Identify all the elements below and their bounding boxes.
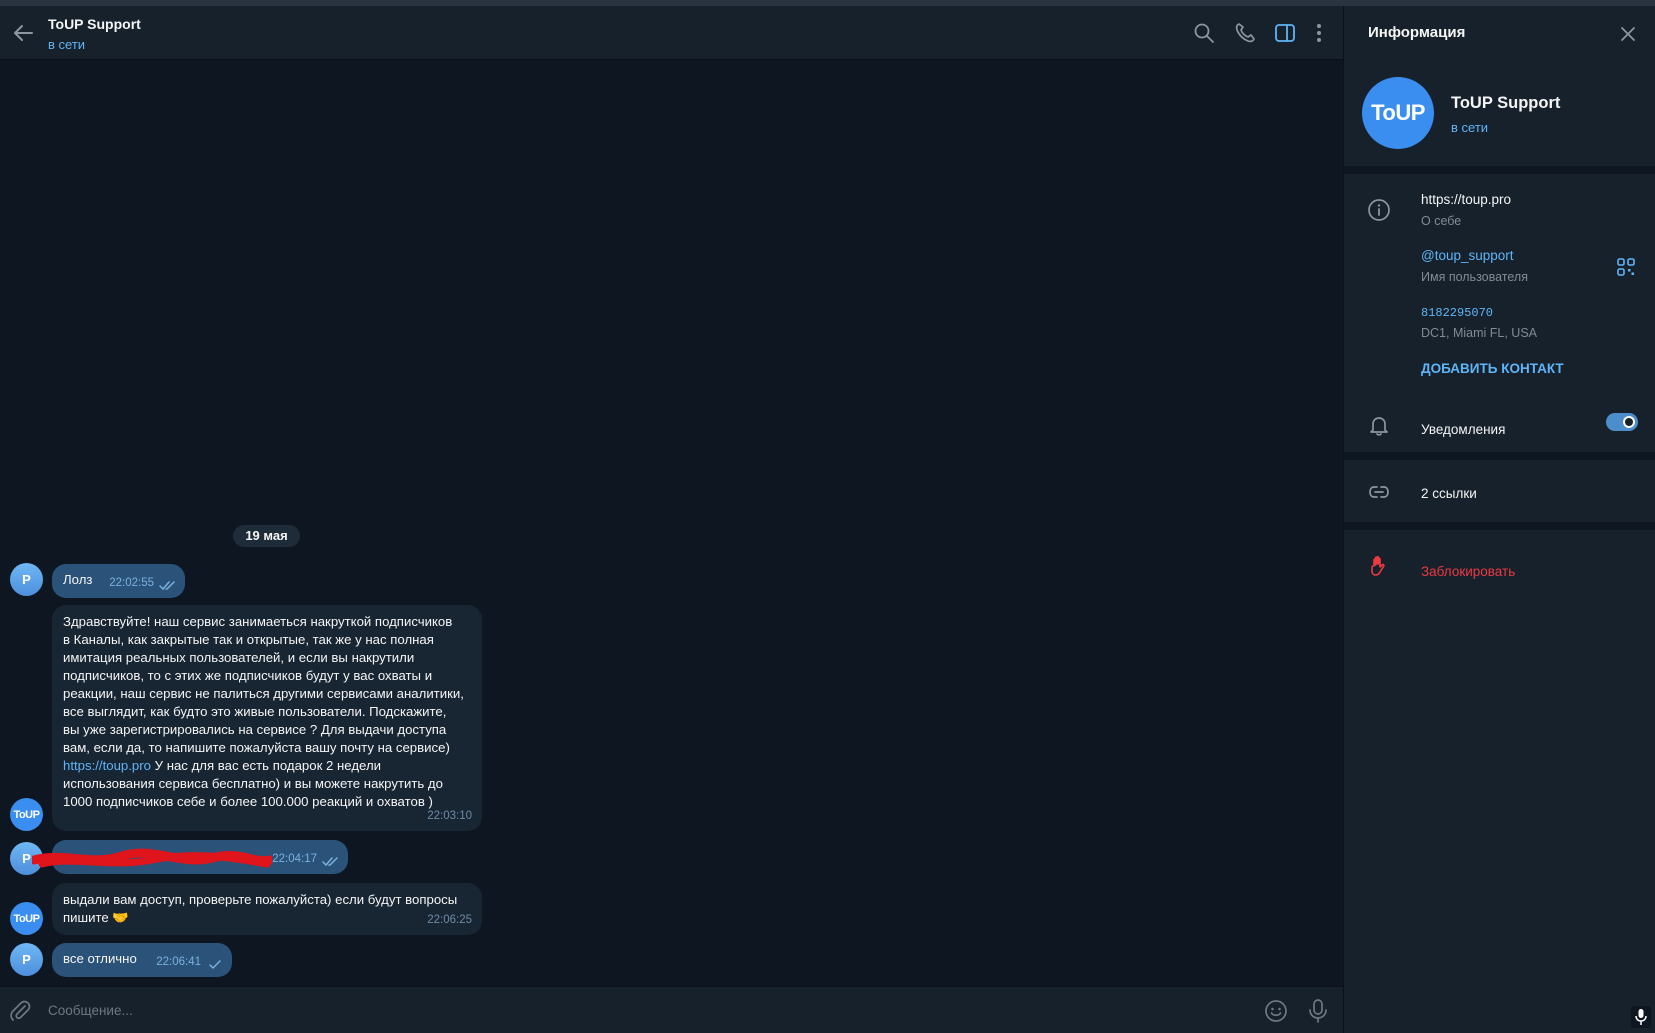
more-vertical-icon[interactable] [1308, 22, 1330, 44]
info-header: Информация [1344, 6, 1655, 60]
chat-header: ToUP Support в сети [0, 6, 1343, 60]
message-time: 22:06:41 [156, 956, 201, 968]
toggle-knob [1623, 416, 1635, 428]
hand-stop-icon [1371, 555, 1385, 576]
mic-icon[interactable] [1306, 998, 1330, 1024]
add-contact-button[interactable]: ДОБАВИТЬ КОНТАКТ [1421, 361, 1564, 376]
user-id[interactable]: 8182295070 [1421, 306, 1493, 320]
chat-status: в сети [48, 37, 86, 52]
avatar[interactable]: ToUP [10, 902, 43, 935]
info-panel: Информация ToUP ToUP Support в сети http… [1343, 6, 1655, 1033]
message-time: 22:02:55 [109, 577, 154, 589]
message-text: все отлично [63, 951, 137, 966]
redaction-scribble [32, 848, 272, 868]
message-bubble-incoming[interactable]: выдали вам доступ, проверьте пожалуйста)… [52, 883, 482, 935]
double-check-icon [159, 581, 175, 591]
bio-text[interactable]: https://toup.pro [1421, 192, 1511, 207]
section-divider [1344, 452, 1655, 460]
bio-label: О себе [1421, 214, 1462, 228]
avatar[interactable]: P [10, 943, 43, 976]
section-divider [1344, 166, 1655, 174]
qr-code-icon[interactable] [1616, 257, 1636, 277]
avatar[interactable]: ToUP [10, 798, 43, 831]
message-input[interactable] [48, 995, 1248, 1025]
shared-links-item[interactable]: 2 ссылки [1421, 486, 1477, 501]
username[interactable]: @toup_support [1421, 248, 1514, 263]
message-time: 22:04:17 [272, 853, 317, 865]
phone-icon[interactable] [1234, 22, 1256, 44]
mic-indicator-icon [1631, 1006, 1651, 1028]
chat-title[interactable]: ToUP Support [48, 16, 141, 32]
message-bubble-outgoing[interactable]: все отлично 22:06:41 [52, 943, 232, 977]
back-arrow-icon[interactable] [10, 22, 36, 44]
message-time: 22:06:25 [427, 914, 472, 926]
username-label: Имя пользователя [1421, 270, 1528, 284]
info-title: Информация [1368, 24, 1466, 41]
datacenter-label: DC1, Miami FL, USA [1421, 326, 1537, 340]
block-button[interactable]: Заблокировать [1421, 564, 1515, 579]
notifications-toggle[interactable] [1606, 413, 1638, 431]
message-link[interactable]: https://toup.pro [63, 758, 151, 773]
chat-pane: ToUP Support в сети 19 мая P Лолз 22:02:… [0, 6, 1343, 1033]
profile-avatar[interactable]: ToUP [1362, 77, 1434, 149]
message-text: Здравствуйте! наш сервис занимаеться нак… [63, 614, 464, 809]
double-check-icon [322, 857, 338, 867]
message-bubble-incoming[interactable]: Здравствуйте! наш сервис занимаеться нак… [52, 605, 482, 831]
profile-status: в сети [1451, 120, 1489, 135]
message-composer [0, 986, 1343, 1033]
message-time: 22:03:10 [427, 810, 472, 822]
check-icon [209, 960, 221, 970]
profile-name: ToUP Support [1451, 94, 1561, 112]
search-icon[interactable] [1193, 22, 1215, 44]
message-text: Лолз [63, 572, 93, 587]
message-text: выдали вам доступ, проверьте пожалуйста)… [63, 892, 458, 925]
date-separator: 19 мая [233, 525, 300, 547]
notifications-label: Уведомления [1421, 422, 1506, 437]
message-bubble-outgoing[interactable]: Лолз 22:02:55 [52, 564, 185, 598]
section-divider [1344, 522, 1655, 530]
sidebar-toggle-icon[interactable] [1274, 22, 1296, 44]
avatar[interactable]: P [10, 563, 43, 596]
emoji-icon[interactable] [1264, 999, 1288, 1023]
attach-icon[interactable] [8, 999, 32, 1023]
info-icon [1368, 199, 1390, 221]
close-icon[interactable] [1618, 24, 1638, 44]
bell-icon [1370, 417, 1388, 436]
link-icon [1369, 486, 1389, 498]
